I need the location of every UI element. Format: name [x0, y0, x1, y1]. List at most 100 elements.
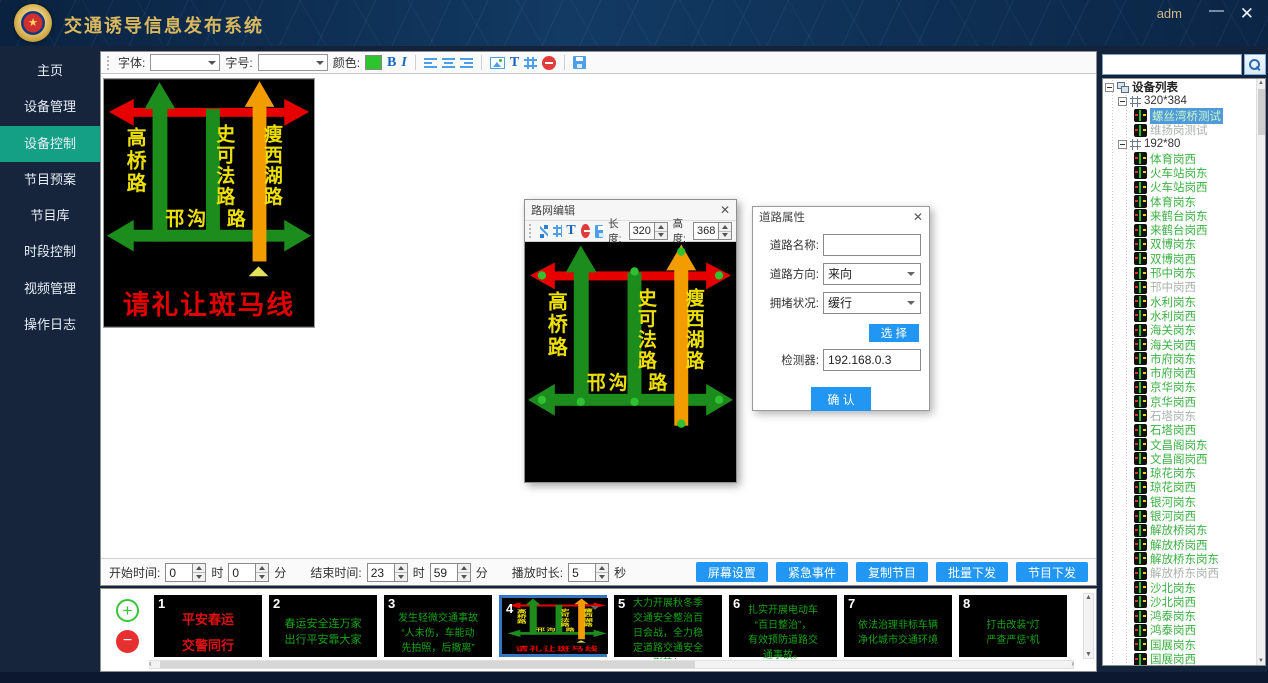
collapse-icon[interactable]: [1105, 83, 1114, 92]
tree-device-item[interactable]: 邗中岗东: [1103, 266, 1256, 280]
sidebar-item-device-control[interactable]: 设备控制: [0, 126, 100, 162]
save-icon[interactable]: [573, 56, 586, 69]
road-properties-close-icon[interactable]: ✕: [913, 210, 923, 224]
congestion-select[interactable]: 缓行: [823, 292, 921, 314]
playlist-vertical-scrollbar[interactable]: ▲ ▼: [1083, 593, 1094, 659]
tree-device-item[interactable]: 火车站岗西: [1103, 180, 1256, 194]
tree-device-item[interactable]: 国展岗西: [1103, 652, 1256, 666]
scroll-up-icon[interactable]: ▲: [1085, 594, 1092, 601]
crossroad-icon[interactable]: [553, 225, 561, 237]
sidebar-item-program-library[interactable]: 节目库: [0, 198, 100, 234]
sidebar-item-video-management[interactable]: 视频管理: [0, 271, 100, 307]
road-direction-select[interactable]: 来向: [823, 263, 921, 285]
detector-field[interactable]: [823, 349, 921, 371]
start-minute-stepper[interactable]: 0: [228, 563, 269, 582]
tree-device-item[interactable]: 石塔岗东: [1103, 409, 1256, 423]
italic-icon[interactable]: I: [401, 56, 406, 70]
tree-device-item[interactable]: 火车站岗东: [1103, 166, 1256, 180]
sidebar-item-program-plan[interactable]: 节目预案: [0, 162, 100, 198]
end-hour-stepper[interactable]: 23: [367, 563, 408, 582]
sidebar-item-device-management[interactable]: 设备管理: [0, 89, 100, 125]
select-button[interactable]: 选 择: [869, 324, 919, 342]
color-swatch[interactable]: [365, 55, 382, 70]
align-left-icon[interactable]: [424, 57, 437, 69]
sign-preview[interactable]: 高桥路史可法路瘦西湖路邗沟路请礼让斑马线: [103, 78, 315, 328]
size-select[interactable]: [258, 54, 328, 71]
minimize-button[interactable]: —: [1209, 2, 1224, 19]
tree-group[interactable]: 192*80: [1103, 137, 1256, 151]
height-stepper[interactable]: 368: [693, 222, 732, 240]
tree-device-item[interactable]: 体育岗东: [1103, 194, 1256, 208]
tree-device-item[interactable]: 市府岗西: [1103, 366, 1256, 380]
playlist-item-3[interactable]: 发生轻微交通事故“人未伤，车能动先拍照，后撤离”3: [384, 595, 492, 657]
tree-device-item[interactable]: 解放桥岗西: [1103, 538, 1256, 552]
batch-send-button[interactable]: 批量下发: [936, 562, 1008, 582]
scroll-right-icon[interactable]: ›: [1071, 660, 1074, 668]
playlist-item-5[interactable]: 大力开展秋冬季交通安全整治百日会战，全力稳定道路交通安全形势！5: [614, 595, 722, 657]
tree-device-item[interactable]: 市府岗东: [1103, 352, 1256, 366]
tree-device-item[interactable]: 沙北岗东: [1103, 580, 1256, 594]
collapse-icon[interactable]: [1118, 140, 1127, 149]
emergency-event-button[interactable]: 紧急事件: [776, 562, 848, 582]
playlist-item-4[interactable]: 高桥路史可法路瘦西湖路邗沟路请礼让斑马线4: [499, 595, 607, 657]
tree-device-item[interactable]: 体育岗西: [1103, 151, 1256, 165]
tree-device-item[interactable]: 水利岗东: [1103, 294, 1256, 308]
tree-device-item[interactable]: 解放桥东岗东: [1103, 552, 1256, 566]
tree-device-item[interactable]: 螺丝湾桥测试: [1103, 109, 1256, 123]
tree-device-item[interactable]: 海关岗西: [1103, 337, 1256, 351]
remove-program-button[interactable]: −: [116, 630, 139, 653]
text-icon[interactable]: T: [510, 56, 519, 70]
tree-device-item[interactable]: 京华岗东: [1103, 380, 1256, 394]
scroll-up-icon[interactable]: ▲: [1258, 80, 1264, 86]
playlist-item-6[interactable]: 扎实开展电动车“百日整治”，有效预防道路交通事故。6: [729, 595, 837, 657]
playlist-horizontal-scrollbar[interactable]: ‹ ›: [149, 660, 1074, 669]
tree-root[interactable]: 设备列表: [1103, 80, 1256, 94]
copy-program-button[interactable]: 复制节目: [856, 562, 928, 582]
tree-device-item[interactable]: 来鹤台岗西: [1103, 223, 1256, 237]
screen-settings-button[interactable]: 屏幕设置: [696, 562, 768, 582]
align-center-icon[interactable]: [442, 57, 455, 69]
scrollbar-thumb[interactable]: [160, 661, 695, 668]
confirm-button[interactable]: 确 认: [811, 387, 870, 411]
tree-device-item[interactable]: 琼花岗东: [1103, 466, 1256, 480]
design-canvas[interactable]: 高桥路史可法路瘦西湖路邗沟路请礼让斑马线 路网编辑 ✕ T 长度: 320: [101, 74, 1096, 559]
tree-device-item[interactable]: 银河岗东: [1103, 495, 1256, 509]
tree-device-item[interactable]: 银河岗西: [1103, 509, 1256, 523]
end-minute-stepper[interactable]: 59: [430, 563, 471, 582]
start-hour-stepper[interactable]: 0: [165, 563, 206, 582]
align-right-icon[interactable]: [460, 57, 473, 69]
delete-icon[interactable]: [581, 224, 590, 238]
tree-device-item[interactable]: 来鹤台岗东: [1103, 209, 1256, 223]
line-icon[interactable]: [540, 225, 548, 238]
tree-device-item[interactable]: 文昌阁岗东: [1103, 437, 1256, 451]
tree-device-item[interactable]: 邗中岗西: [1103, 280, 1256, 294]
scrollbar-thumb[interactable]: [1258, 89, 1265, 135]
tree-device-item[interactable]: 解放桥岗东: [1103, 523, 1256, 537]
delete-icon[interactable]: [542, 56, 556, 70]
scroll-left-icon[interactable]: ‹: [149, 660, 152, 668]
device-tree-scrollbar[interactable]: ▲ ▼: [1256, 79, 1265, 665]
tree-device-item[interactable]: 双博岗西: [1103, 252, 1256, 266]
image-icon[interactable]: [490, 57, 505, 69]
length-stepper[interactable]: 320: [629, 222, 668, 240]
road-editor-canvas[interactable]: 高桥路史可法路瘦西湖路邗沟路: [525, 242, 736, 482]
search-button[interactable]: [1244, 54, 1266, 75]
playlist-item-1[interactable]: 平安春运交警同行1: [154, 595, 262, 657]
scroll-down-icon[interactable]: ▼: [1085, 651, 1092, 658]
tree-device-item[interactable]: 鸿泰岗西: [1103, 623, 1256, 637]
tree-device-item[interactable]: 石塔岗西: [1103, 423, 1256, 437]
duration-stepper[interactable]: 5: [568, 563, 609, 582]
add-program-button[interactable]: +: [116, 599, 139, 622]
road-name-field[interactable]: [823, 234, 921, 256]
bold-icon[interactable]: B: [387, 56, 396, 70]
tree-device-item[interactable]: 解放桥东岗西: [1103, 566, 1256, 580]
tree-device-item[interactable]: 国展岗东: [1103, 638, 1256, 652]
send-program-button[interactable]: 节目下发: [1016, 562, 1088, 582]
device-search-input[interactable]: [1102, 54, 1242, 75]
tree-device-item[interactable]: 海关岗东: [1103, 323, 1256, 337]
sidebar-item-home[interactable]: 主页: [0, 53, 100, 89]
tree-device-item[interactable]: 琼花岗西: [1103, 480, 1256, 494]
tree-device-item[interactable]: 文昌阁岗西: [1103, 452, 1256, 466]
playlist-item-7[interactable]: 依法治理非标车辆净化城市交通环境7: [844, 595, 952, 657]
playlist-item-8[interactable]: 打击改装“灯严查严惩“机8: [959, 595, 1067, 657]
